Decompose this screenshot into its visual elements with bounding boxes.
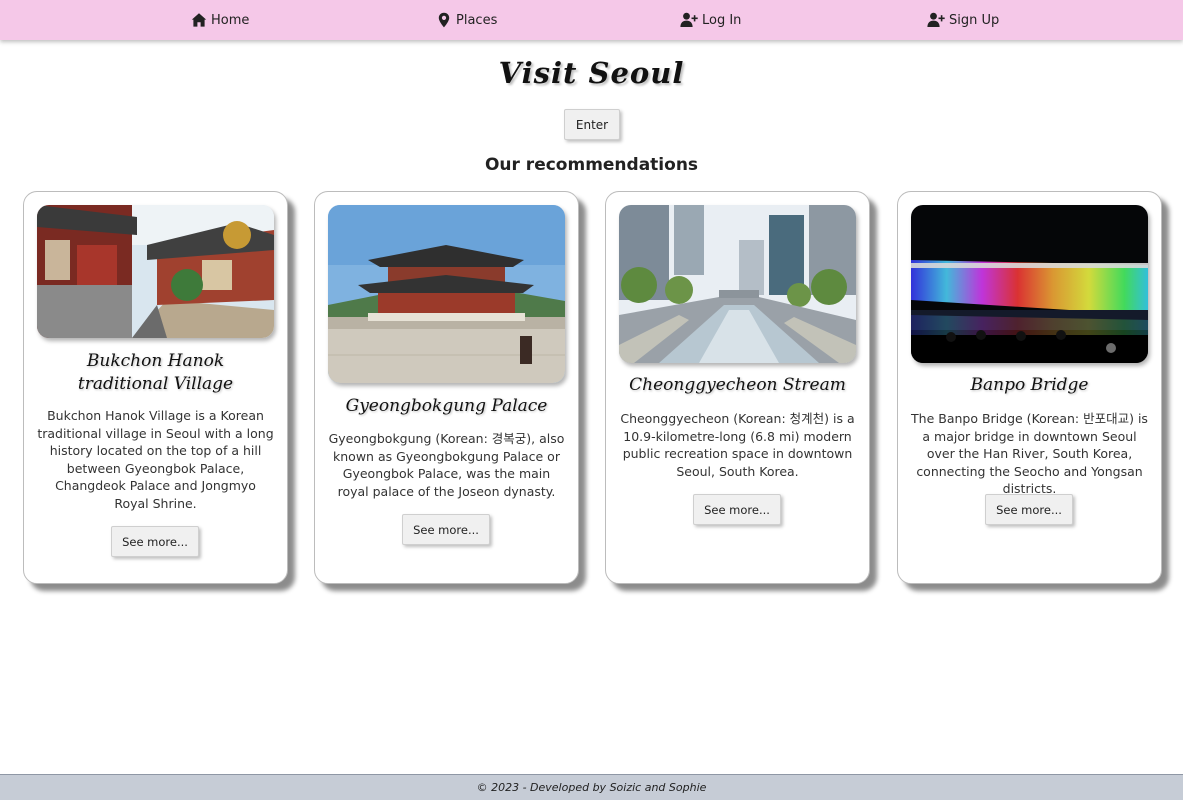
card-cheonggyecheon: Cheonggyecheon Stream Cheonggyecheon (Ko…	[605, 191, 870, 584]
footer-text: © 2023 - Developed by Soizic and Sophie	[476, 781, 707, 794]
nav-places-link[interactable]: Places	[436, 0, 497, 40]
cheonggyecheon-stream-image	[619, 205, 856, 363]
navbar: Home Places Log In Sign Up	[0, 0, 1183, 40]
card-description: Cheonggyecheon (Korean: 청계천) is a 10.9-k…	[620, 411, 855, 479]
user-plus-icon	[927, 12, 945, 28]
see-more-button[interactable]: See more...	[402, 514, 490, 545]
card-description: The Banpo Bridge (Korean: 반포대교) is a maj…	[911, 411, 1148, 496]
card-title: Cheonggyecheon Stream	[629, 375, 846, 395]
card-description: Gyeongbokgung (Korean: 경복궁), also known …	[328, 431, 565, 499]
footer: © 2023 - Developed by Soizic and Sophie	[0, 774, 1183, 800]
card-bukchon: Bukchon Hanok traditional Village Bukcho…	[23, 191, 288, 584]
banpo-bridge-image	[911, 205, 1148, 363]
see-more-button[interactable]: See more...	[693, 494, 781, 525]
nav-login-label: Log In	[702, 12, 742, 28]
nav-login-link[interactable]: Log In	[680, 0, 741, 40]
recommendations-heading: Our recommendations	[484, 155, 699, 175]
nav-home-link[interactable]: Home	[191, 0, 249, 40]
map-marker-icon	[436, 12, 452, 28]
nav-signup-label: Sign Up	[949, 12, 1000, 28]
bukchon-village-image	[37, 205, 274, 338]
user-plus-icon	[680, 12, 698, 28]
card-description: Bukchon Hanok Village is a Korean tradit…	[37, 408, 274, 511]
card-banpo: Banpo Bridge The Banpo Bridge (Korean: 반…	[897, 191, 1162, 584]
enter-button[interactable]: Enter	[564, 109, 620, 140]
page-title: Visit Seoul	[498, 56, 685, 90]
see-more-button[interactable]: See more...	[985, 494, 1073, 525]
nav-signup-link[interactable]: Sign Up	[927, 0, 999, 40]
nav-home-label: Home	[211, 12, 250, 28]
see-more-button[interactable]: See more...	[111, 526, 199, 557]
card-title: Banpo Bridge	[970, 375, 1089, 395]
card-title: Bukchon Hanok traditional Village	[34, 350, 277, 396]
card-title-line: traditional Village	[77, 374, 234, 394]
nav-places-label: Places	[456, 12, 498, 28]
home-icon	[191, 12, 207, 28]
card-title-line: Bukchon Hanok	[86, 351, 225, 371]
card-title: Gyeongbokgung Palace	[345, 396, 548, 416]
card-gyeongbokgung: Gyeongbokgung Palace Gyeongbokgung (Kore…	[314, 191, 579, 584]
gyeongbokgung-palace-image	[328, 205, 565, 383]
